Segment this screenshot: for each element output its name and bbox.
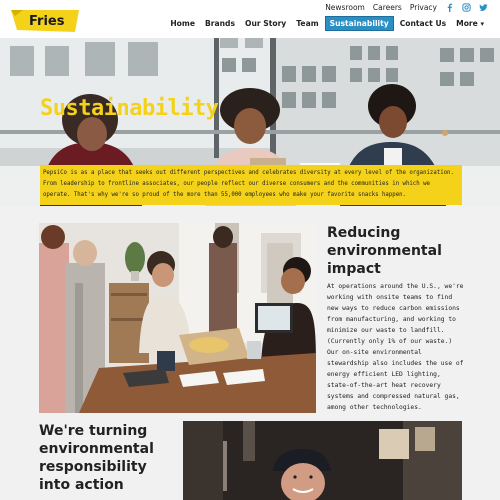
main-nav: Home Brands Our Story Team Sustainabilit… [166, 16, 488, 31]
nav-home[interactable]: Home [166, 16, 199, 31]
utility-link-privacy[interactable]: Privacy [410, 3, 437, 12]
chevron-down-icon: ▾ [480, 20, 484, 28]
instagram-icon[interactable] [462, 3, 471, 12]
twitter-icon[interactable] [479, 3, 488, 12]
team-meeting-photo [39, 223, 316, 413]
hero-title: Sustainability [40, 96, 219, 121]
site-header: Fries Newsroom Careers Privacy Home Bran… [0, 0, 500, 38]
nav-more[interactable]: More ▾ [452, 16, 488, 31]
logo-text: Fries [29, 14, 65, 29]
nav-brands[interactable]: Brands [201, 16, 239, 31]
nav-more-label: More [456, 19, 478, 28]
facebook-icon[interactable] [445, 3, 454, 12]
nav-our-story[interactable]: Our Story [241, 16, 290, 31]
content-section: Reducing environmental impact At operati… [0, 206, 500, 500]
section2-title: We're turning environmental responsibili… [39, 423, 154, 493]
employee-photo [183, 421, 462, 500]
utility-link-careers[interactable]: Careers [373, 3, 402, 12]
nav-contact-us[interactable]: Contact Us [396, 16, 450, 31]
section1-body: At operations around the U.S., we're wor… [327, 283, 464, 411]
nav-team[interactable]: Team [292, 16, 322, 31]
utility-nav: Newsroom Careers Privacy [325, 3, 488, 12]
brand-logo[interactable]: Fries [9, 8, 81, 34]
utility-link-newsroom[interactable]: Newsroom [325, 3, 365, 12]
section1-title: Reducing environmental impact [327, 225, 442, 277]
hero-caption: PepsiCo is as a place that seeks out dif… [40, 165, 462, 205]
nav-sustainability[interactable]: Sustainability [324, 16, 394, 31]
hero-banner: Sustainability PepsiCo is as a place tha… [0, 38, 500, 206]
